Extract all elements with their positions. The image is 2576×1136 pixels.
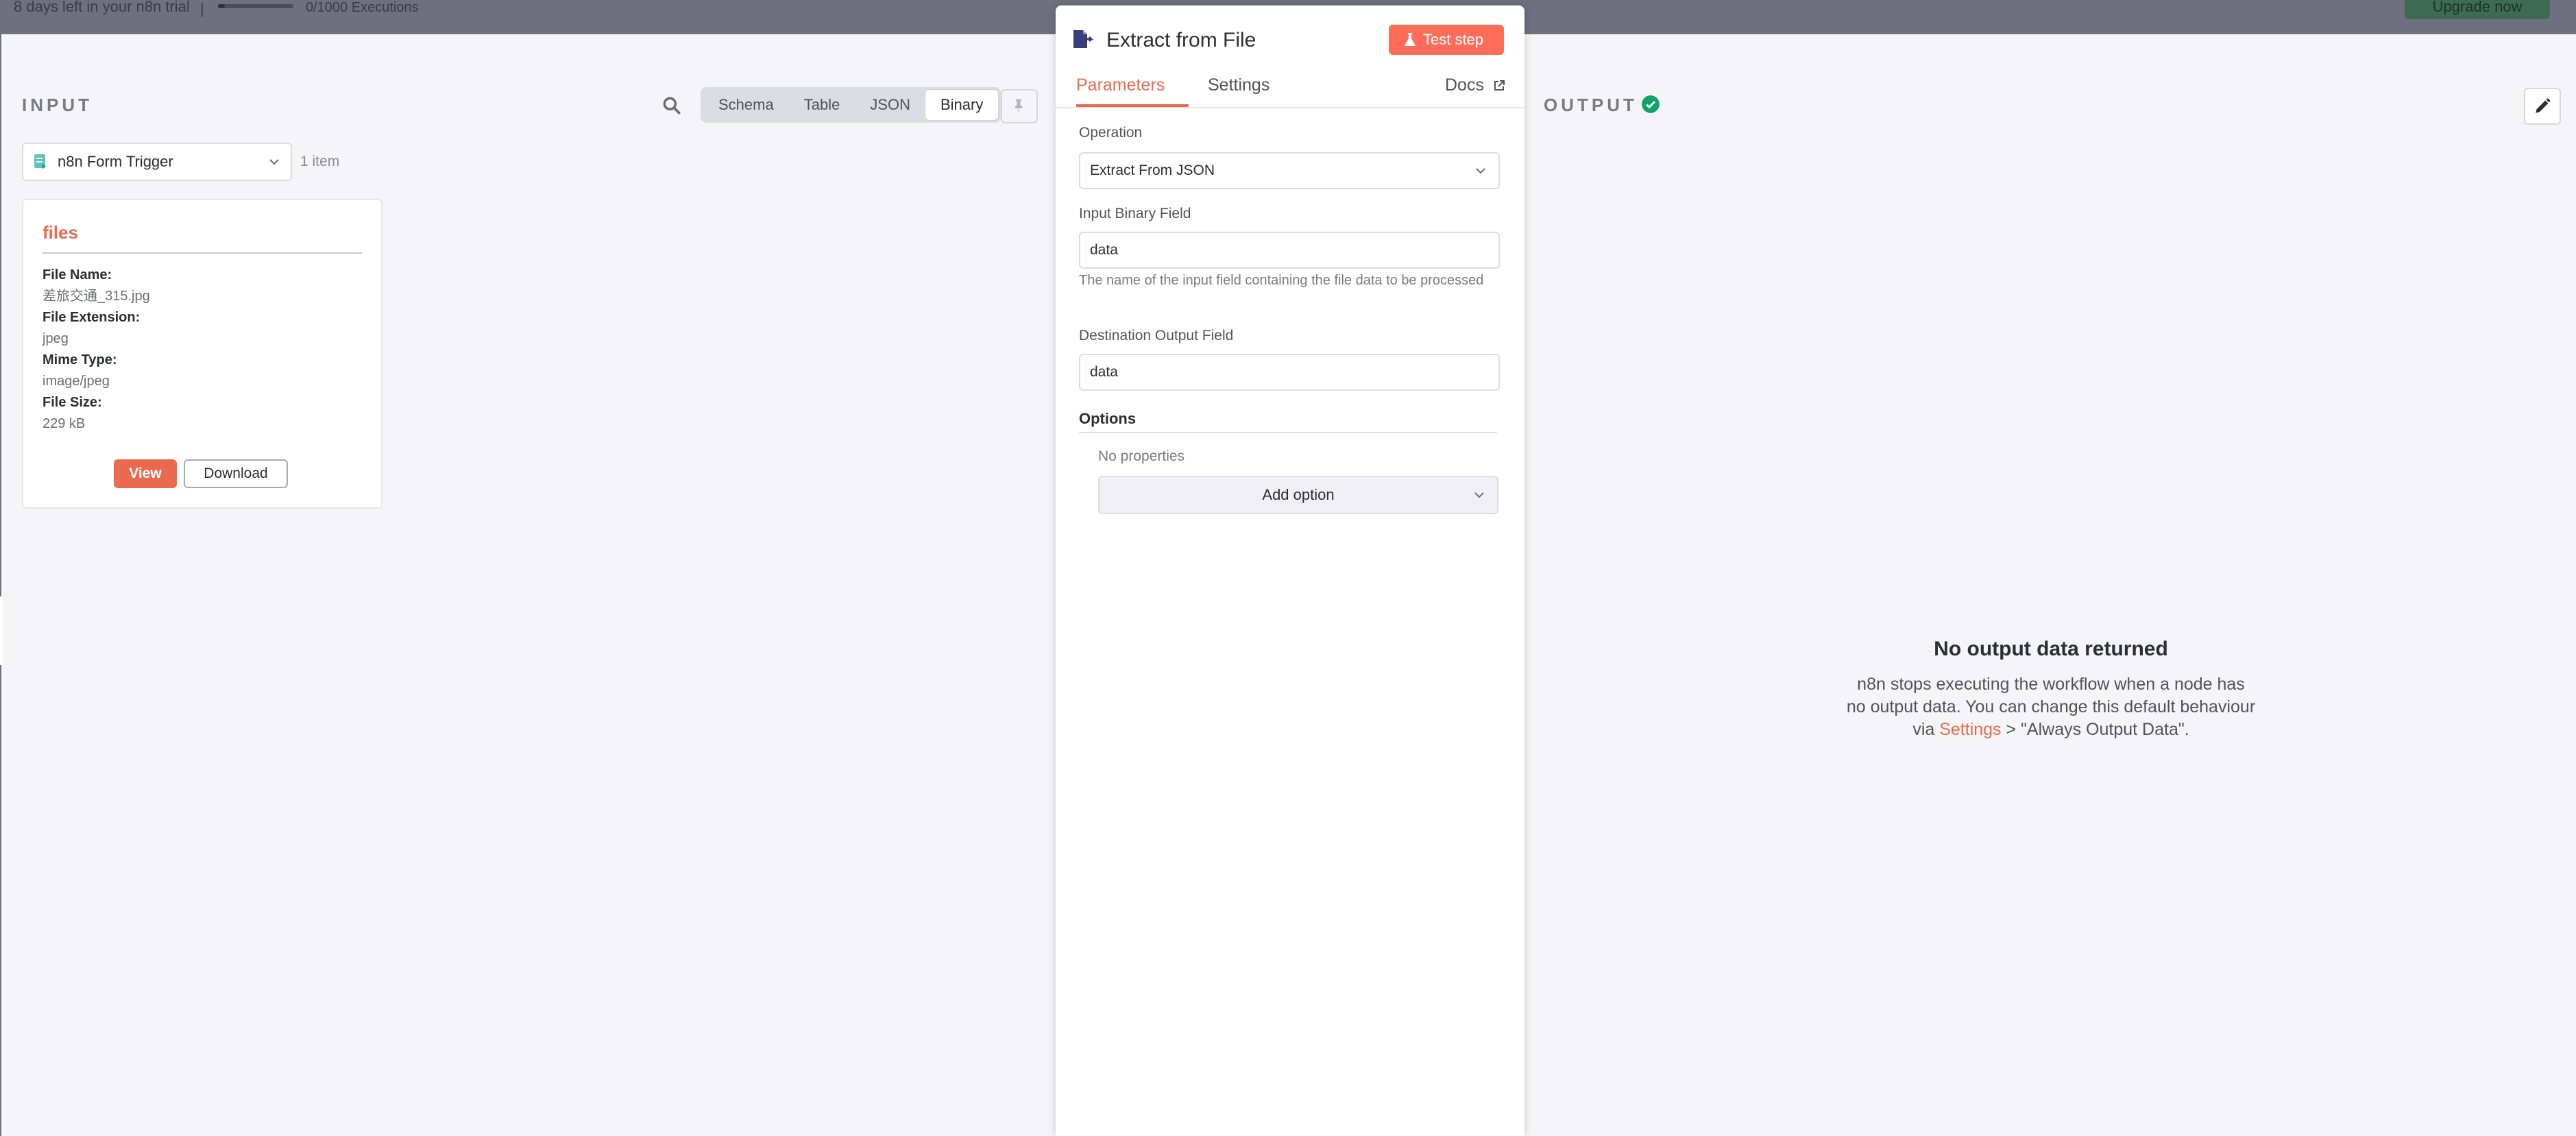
input-binary-field-label: Input Binary Field [1079, 206, 1191, 221]
input-binary-field-hint: The name of the input field containing t… [1079, 273, 1484, 288]
output-panel-title: OUTPUT [1544, 95, 1638, 115]
input-panel-title: INPUT [22, 95, 93, 115]
test-step-label: Test step [1423, 31, 1484, 48]
chevron-down-icon [1474, 492, 1484, 498]
external-link-icon [1494, 80, 1505, 91]
docs-label: Docs [1445, 75, 1484, 95]
file-extension-label: File Extension: [42, 310, 141, 325]
pin-icon [1014, 99, 1023, 112]
no-output-text: n8n stops executing the workflow when a … [1845, 673, 2257, 741]
edit-output-button[interactable] [2524, 88, 2561, 125]
operation-label: Operation [1079, 125, 1143, 141]
view-button[interactable]: View [114, 459, 177, 488]
executions-text: 0/1000 Executions [306, 0, 419, 15]
file-size-value: 229 kB [42, 416, 86, 431]
input-binary-field-input[interactable]: data [1079, 232, 1500, 269]
parameter-tabs: Parameters Settings Docs [1056, 69, 1524, 108]
settings-link[interactable]: Settings [1939, 720, 2001, 739]
destination-output-field-input[interactable]: data [1079, 354, 1500, 391]
chevron-down-icon [1476, 168, 1485, 174]
no-output-title: No output data returned [1934, 638, 2168, 660]
no-properties-text: No properties [1098, 448, 1185, 464]
no-output-text-end: > "Always Output Data". [2001, 720, 2189, 739]
trial-text: 8 days left in your n8n trial [14, 0, 190, 15]
search-icon[interactable] [661, 95, 683, 117]
pin-data-button[interactable] [1001, 89, 1038, 123]
mode-json[interactable]: JSON [855, 90, 925, 120]
no-output-message: No output data returned n8n stops execut… [1845, 638, 2257, 741]
mode-schema[interactable]: Schema [703, 90, 789, 120]
file-extension-value: jpeg [42, 331, 69, 346]
test-step-button[interactable]: Test step [1389, 25, 1504, 55]
active-tab-indicator [1076, 104, 1189, 107]
node-parameters-panel: Extract from File Test step Parameters S… [1056, 5, 1524, 1136]
binary-field-name: files [42, 222, 79, 243]
docs-link[interactable]: Docs [1445, 75, 1505, 95]
tab-settings[interactable]: Settings [1208, 75, 1269, 95]
input-node-select[interactable]: n8n Form Trigger [22, 143, 292, 181]
add-option-label: Add option [1262, 486, 1335, 503]
input-binary-field-value: data [1090, 242, 1118, 258]
input-node-label: n8n Form Trigger [58, 153, 173, 170]
destination-output-field-label: Destination Output Field [1079, 328, 1234, 343]
mode-table[interactable]: Table [789, 90, 855, 120]
executions-progress [218, 4, 293, 8]
display-mode-switch: Schema Table JSON Binary [701, 87, 1001, 123]
destination-output-field-value: data [1090, 364, 1118, 380]
node-title[interactable]: Extract from File [1106, 29, 1256, 52]
extract-file-icon [1073, 30, 1094, 48]
tab-parameters[interactable]: Parameters [1076, 75, 1165, 95]
chevron-down-icon [269, 159, 279, 165]
binary-metadata: File Name: 差旅交通_315.jpg File Extension: … [42, 265, 150, 435]
success-check-icon [1642, 95, 1660, 113]
file-name-value: 差旅交通_315.jpg [42, 289, 150, 304]
banner-separator: | [200, 0, 204, 17]
add-option-button[interactable]: Add option [1098, 476, 1498, 514]
binary-data-card: files File Name: 差旅交通_315.jpg File Exten… [22, 199, 382, 509]
canvas-edge [0, 596, 3, 665]
download-button[interactable]: Download [184, 459, 288, 488]
divider [1079, 432, 1497, 433]
mime-type-value: image/jpeg [42, 374, 110, 389]
options-heading: Options [1079, 410, 1137, 427]
form-trigger-icon [34, 154, 46, 169]
operation-value: Extract From JSON [1090, 162, 1215, 178]
file-size-label: File Size: [42, 395, 102, 410]
upgrade-button[interactable]: Upgrade now [2405, 0, 2550, 19]
flask-icon [1405, 33, 1415, 46]
mime-type-label: Mime Type: [42, 352, 117, 367]
pencil-icon [2536, 98, 2551, 113]
file-name-label: File Name: [42, 267, 112, 282]
item-count: 1 item [300, 154, 340, 169]
divider [42, 252, 362, 254]
mode-binary[interactable]: Binary [925, 90, 999, 120]
operation-select[interactable]: Extract From JSON [1079, 152, 1500, 189]
